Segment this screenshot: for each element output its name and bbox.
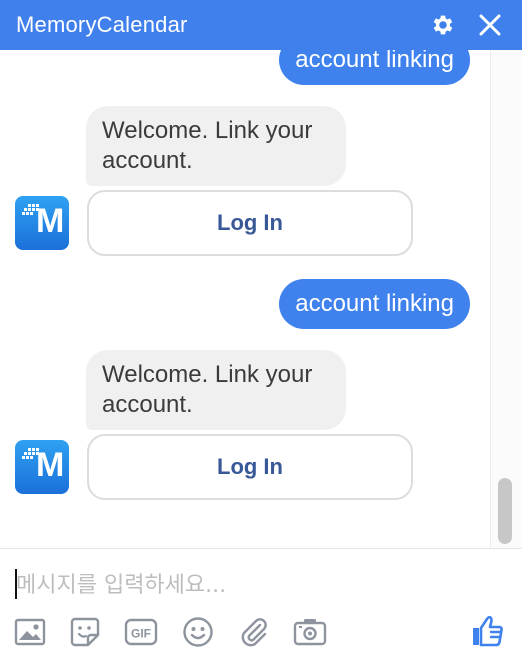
image-icon[interactable] — [13, 615, 47, 649]
chat-title: MemoryCalendar — [16, 12, 188, 37]
camera-icon[interactable] — [293, 615, 327, 649]
message-input[interactable] — [14, 565, 488, 605]
gear-icon[interactable] — [428, 10, 458, 40]
scrollbar-thumb[interactable] — [498, 478, 512, 544]
text-cursor — [15, 569, 17, 599]
incoming-message: Welcome. Link your account. — [86, 106, 346, 186]
thumbs-up-icon[interactable] — [468, 612, 506, 650]
bot-avatar: M — [15, 196, 69, 250]
gif-label: GIF — [131, 627, 151, 641]
message-list[interactable]: account linking Welcome. Link your accou… — [0, 50, 522, 548]
close-icon[interactable] — [475, 10, 505, 40]
outgoing-message: account linking — [279, 279, 470, 329]
incoming-message: Welcome. Link your account. — [86, 350, 346, 430]
gif-icon[interactable]: GIF — [124, 615, 158, 649]
chat-header: MemoryCalendar — [0, 0, 522, 50]
login-button[interactable]: Log In — [87, 190, 413, 256]
sticker-icon[interactable] — [68, 615, 102, 649]
logo-letter-icon: M — [36, 202, 65, 240]
login-button[interactable]: Log In — [87, 434, 413, 500]
logo-letter-icon: M — [36, 446, 65, 484]
attachment-icon[interactable] — [237, 615, 271, 649]
composer: GIF — [0, 549, 522, 666]
scrollbar-track[interactable] — [490, 50, 522, 548]
emoji-icon[interactable] — [181, 615, 215, 649]
bot-avatar: M — [15, 440, 69, 494]
outgoing-message: account linking — [279, 50, 470, 85]
